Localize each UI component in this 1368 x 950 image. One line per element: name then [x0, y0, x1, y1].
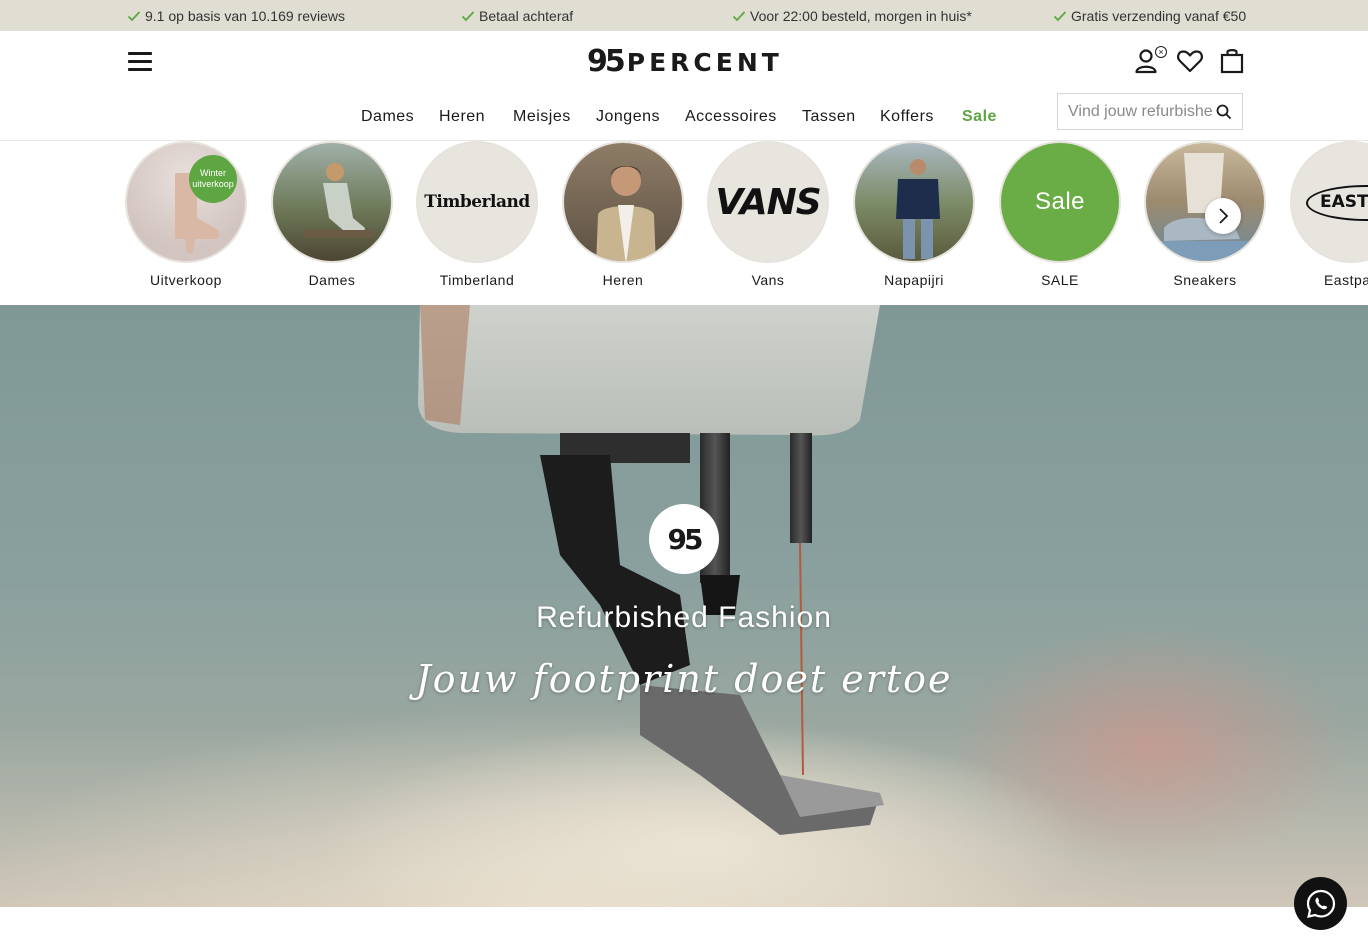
category-item-uitverkoop[interactable]: Winter uitverkoop Uitverkoop [124, 141, 248, 288]
usp-item: 9.1 op basis van 10.169 reviews [127, 8, 345, 24]
category-image [562, 141, 684, 263]
category-label: Timberland [439, 272, 515, 288]
logo-text: PERCENT [626, 47, 783, 77]
nav-item-jongens[interactable]: Jongens [596, 108, 660, 126]
category-image: Sale [999, 141, 1121, 263]
category-label: Napapijri [884, 272, 944, 288]
category-label: Eastpak [1323, 272, 1368, 288]
category-item-eastpak[interactable]: EASTPAK Eastpak [1289, 141, 1368, 288]
nav-item-sale[interactable]: Sale [962, 108, 997, 126]
category-image [1144, 141, 1266, 263]
check-icon [1053, 11, 1067, 22]
category-badge: Winter uitverkoop [189, 155, 237, 203]
check-icon [732, 11, 746, 22]
category-label: Vans [751, 272, 785, 288]
timberland-logo: Timberland [424, 192, 530, 212]
usp-item: Betaal achteraf [461, 8, 573, 24]
hero-subtitle: Jouw footprint doet ertoe [415, 657, 953, 701]
usp-text: Betaal achteraf [479, 8, 574, 24]
search-icon[interactable] [1216, 104, 1232, 120]
category-label: Dames [308, 272, 356, 288]
vans-logo: VANS [715, 181, 821, 223]
category-item-timberland[interactable]: Timberland Timberland [415, 141, 539, 288]
category-item-sale[interactable]: Sale SALE [998, 141, 1122, 288]
whatsapp-icon [1306, 889, 1335, 918]
nav-item-koffers[interactable]: Koffers [880, 108, 934, 126]
category-item-dames[interactable]: Dames [270, 141, 394, 288]
category-image: Timberland [416, 141, 538, 263]
hero-banner[interactable]: 95 Refurbished Fashion Jouw footprint do… [0, 305, 1368, 907]
check-icon [127, 11, 141, 22]
eastpak-logo: EASTPAK [1320, 192, 1368, 212]
usp-text: Voor 22:00 besteld, morgen in huis* [750, 8, 972, 24]
usp-item: Voor 22:00 besteld, morgen in huis* [732, 8, 972, 24]
category-image: VANS [707, 141, 829, 263]
whatsapp-chat-button[interactable] [1294, 877, 1347, 930]
category-label: Sneakers [1173, 272, 1237, 288]
hero-logo-mark: 95 [667, 522, 704, 556]
category-image: EASTPAK [1290, 141, 1368, 263]
usp-item: Gratis verzending vanaf €50 [1053, 8, 1246, 24]
category-carousel: Winter uitverkoop Uitverkoop Dames Timbe… [0, 141, 1368, 305]
search-box [1057, 93, 1243, 130]
usp-bar: 9.1 op basis van 10.169 reviews Betaal a… [0, 0, 1368, 31]
logo-mark: 95 [587, 44, 626, 79]
chevron-right-icon [1219, 208, 1229, 224]
account-status-badge: × [1155, 46, 1167, 58]
nav-item-accessoires[interactable]: Accessoires [685, 108, 777, 126]
category-image [271, 141, 393, 263]
usp-text: 9.1 op basis van 10.169 reviews [145, 8, 346, 24]
site-logo[interactable]: 95 PERCENT [587, 47, 783, 77]
category-label: Heren [602, 272, 644, 288]
nav-item-meisjes[interactable]: Meisjes [513, 108, 571, 126]
bag-icon[interactable] [1218, 47, 1246, 75]
nav-item-heren[interactable]: Heren [439, 108, 485, 126]
menu-icon[interactable] [128, 52, 152, 72]
hero-title: Refurbished Fashion [536, 601, 832, 634]
carousel-next-button[interactable] [1205, 198, 1241, 234]
sale-label: Sale [1034, 188, 1086, 215]
category-image [853, 141, 975, 263]
category-item-napapijri[interactable]: Napapijri [852, 141, 976, 288]
hero-logo: 95 [649, 504, 719, 574]
category-item-heren[interactable]: Heren [561, 141, 685, 288]
usp-text: Gratis verzending vanaf €50 [1071, 8, 1247, 24]
category-label: Uitverkoop [150, 272, 222, 288]
category-label: SALE [1041, 272, 1079, 288]
nav-item-dames[interactable]: Dames [361, 108, 414, 126]
category-item-vans[interactable]: VANS Vans [706, 141, 830, 288]
heart-icon[interactable] [1176, 47, 1204, 75]
nav-item-tassen[interactable]: Tassen [802, 108, 856, 126]
search-input[interactable] [1068, 102, 1213, 122]
check-icon [461, 11, 475, 22]
category-image: Winter uitverkoop [125, 141, 247, 263]
site-header: 95 PERCENT × Dames Heren Meisjes Jongens… [0, 31, 1368, 141]
